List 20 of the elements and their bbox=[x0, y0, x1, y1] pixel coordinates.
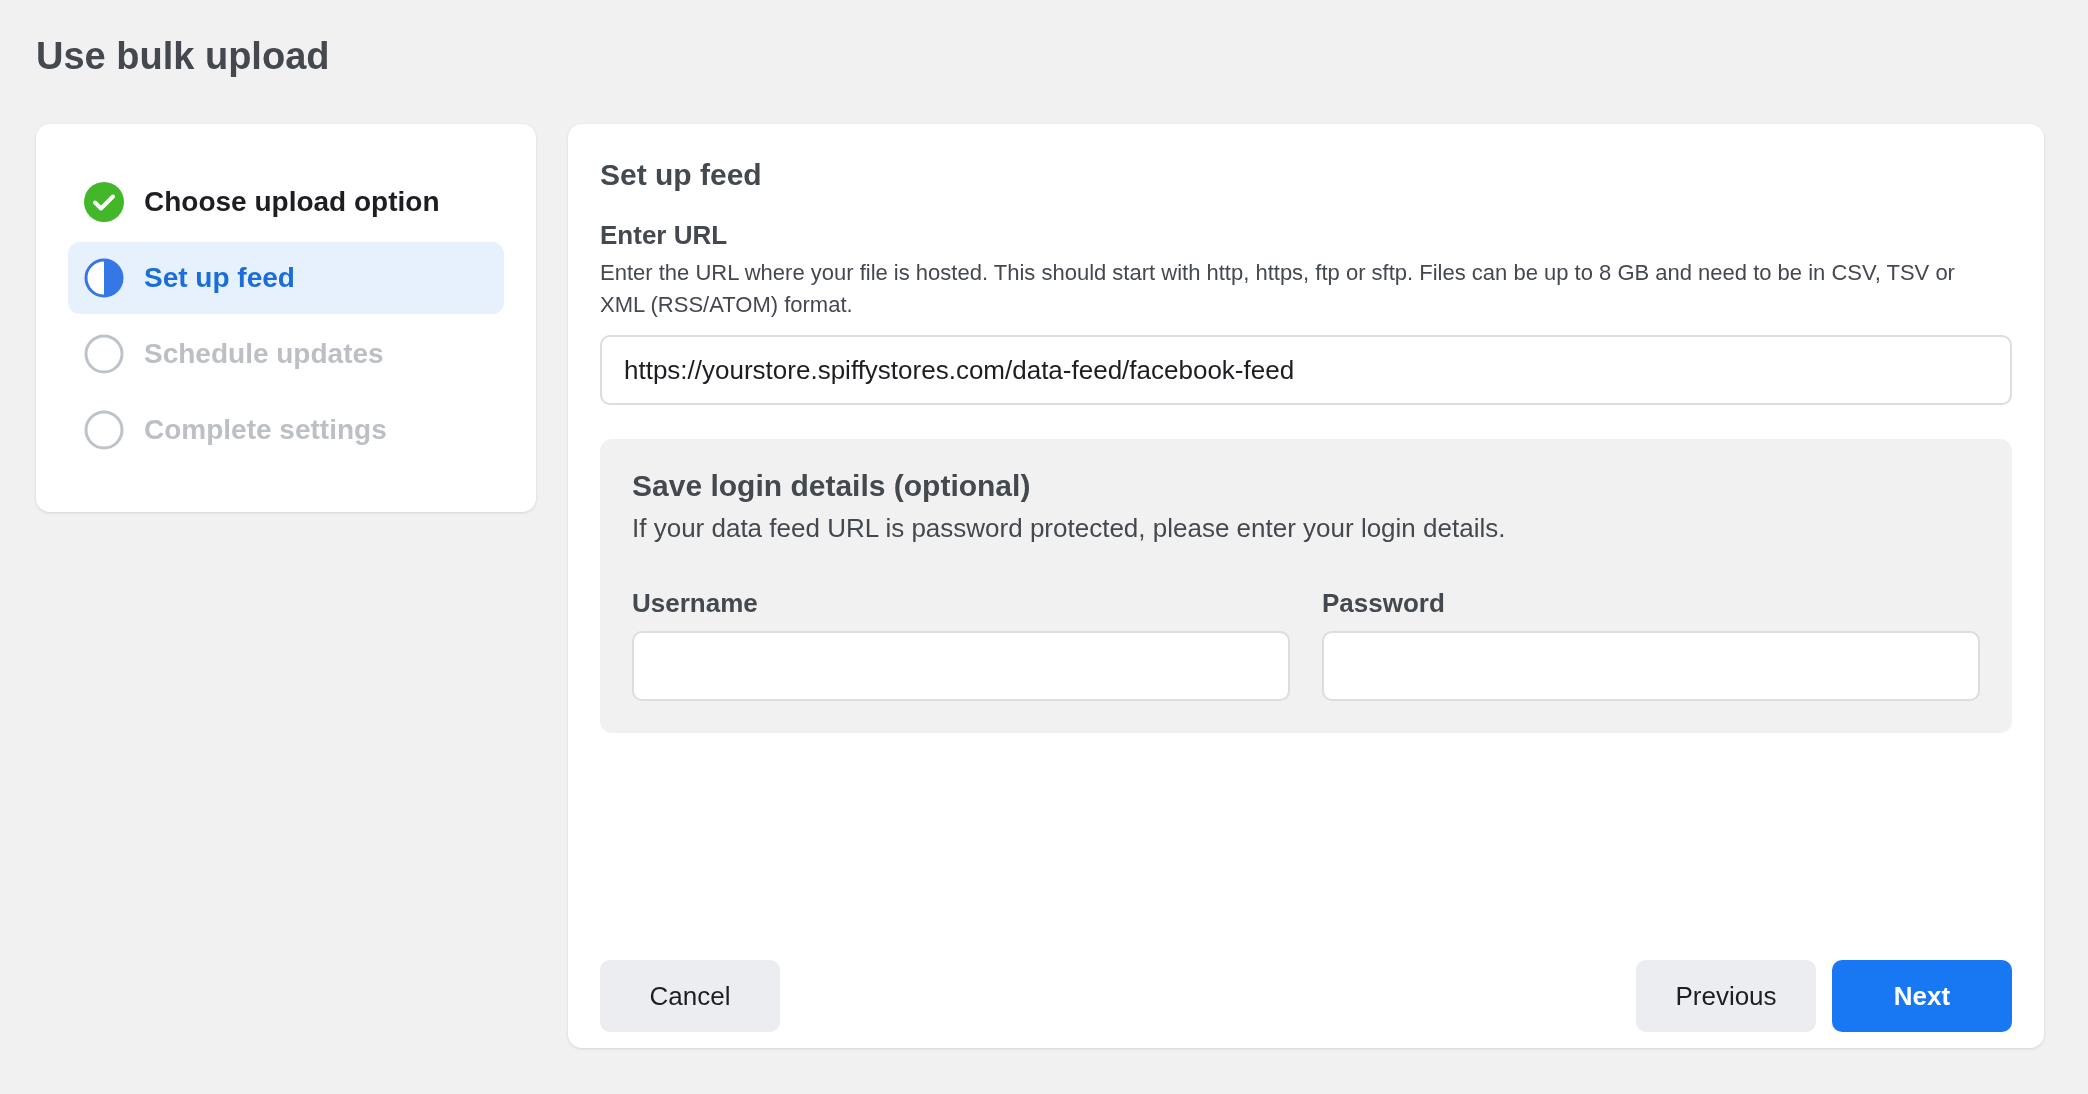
section-title: Save login details (optional) bbox=[632, 469, 1032, 503]
next-button[interactable]: Next bbox=[1832, 960, 2012, 1032]
empty-circle-icon bbox=[84, 334, 124, 374]
cancel-button[interactable]: Cancel bbox=[600, 960, 780, 1032]
url-input[interactable]: https://yourstore.spiffystores.com/data-feed/facebook-feed bbox=[600, 335, 2012, 405]
text-input[interactable] bbox=[632, 631, 1290, 701]
step-item[interactable]: Set up feed bbox=[68, 242, 504, 314]
half-circle-icon bbox=[84, 258, 124, 298]
field-label: Enter URL bbox=[600, 220, 729, 251]
field-label: Username bbox=[632, 588, 759, 619]
page-title: Use bulk upload bbox=[36, 34, 331, 79]
step-item[interactable]: Choose upload option bbox=[68, 166, 504, 238]
empty-circle-icon bbox=[84, 410, 124, 450]
check-circle-icon bbox=[84, 182, 124, 222]
text-input[interactable] bbox=[1322, 631, 1980, 701]
field-label: Password bbox=[1322, 588, 1446, 619]
panel-title: Set up feed bbox=[600, 158, 763, 192]
previous-button[interactable]: Previous bbox=[1636, 960, 1816, 1032]
section-description: If your data feed URL is password protected, please enter your login details. bbox=[632, 513, 1507, 544]
field-description: Enter the URL where your file is hosted. This should start with http, https, ftp or sftp. Files can be up to 8 GB and need to be in CSV, TSV or XML (RSS/ATOM) format. bbox=[600, 259, 1956, 319]
